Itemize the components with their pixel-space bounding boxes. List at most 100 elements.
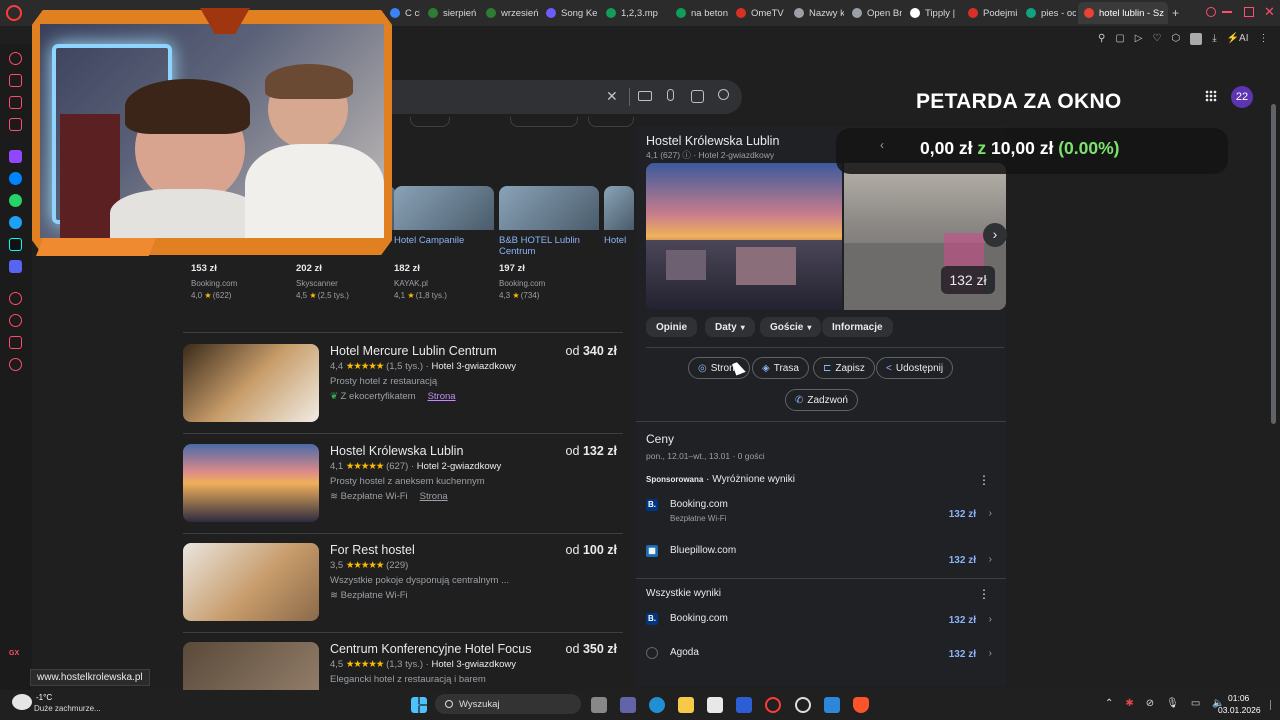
browser-tab[interactable]: Nazwy k (788, 2, 844, 24)
filter-chip[interactable] (588, 117, 634, 127)
browser-tab[interactable]: Podejmi (962, 2, 1018, 24)
microphone-icon[interactable] (667, 89, 674, 101)
browser-tab[interactable]: OmeTV (730, 2, 786, 24)
hotel-listing-title[interactable]: Hostel Królewska Lublin (330, 444, 463, 458)
download-icon[interactable]: ⤓ (1212, 33, 1216, 45)
info-icon[interactable]: ⓘ (682, 150, 691, 160)
next-photo-button[interactable]: › (983, 223, 1007, 247)
profile-icon[interactable] (1190, 33, 1203, 45)
filter-chip[interactable] (410, 117, 450, 127)
directions-button[interactable]: ◈ Trasa (752, 357, 809, 379)
browser-tab[interactable]: Song Ke (540, 2, 598, 24)
crypto-wallet-icon[interactable] (9, 74, 22, 87)
browser-tab[interactable]: hotel lublin - Sz (1078, 2, 1168, 24)
microphone-icon[interactable]: 🎙 (1166, 698, 1179, 709)
file-explorer-icon[interactable] (678, 697, 694, 713)
panel-tab[interactable]: Informacje (822, 317, 893, 337)
settings-icon[interactable] (9, 358, 22, 371)
opera-gx-icon[interactable] (765, 697, 781, 713)
heart-icon[interactable]: ♡ (1152, 33, 1161, 45)
account-avatar[interactable]: 22 (1231, 86, 1253, 108)
whatsapp-icon[interactable] (9, 194, 22, 207)
browser-tab[interactable]: pies - oc (1020, 2, 1076, 24)
browser-tab[interactable]: Tipply | (904, 2, 960, 24)
hotel-main-photo[interactable] (646, 163, 842, 310)
keyboard-icon[interactable] (638, 91, 652, 101)
filter-chip[interactable] (510, 117, 578, 127)
more-options-icon[interactable]: ⋮ (978, 473, 990, 487)
website-link[interactable]: Strona (420, 491, 448, 502)
clock-date[interactable]: 03.01.2026 (1218, 705, 1261, 715)
hotel-listing[interactable]: Hotel Mercure Lublin Centrum od 340 zł 4,4… (183, 344, 623, 422)
tiktok-icon[interactable] (9, 238, 22, 251)
telegram-icon[interactable] (9, 216, 22, 229)
extensions-sidebar-icon[interactable] (9, 336, 22, 349)
store-icon[interactable] (707, 697, 723, 713)
hotel-listing-image[interactable] (183, 344, 319, 422)
browser-tab[interactable]: 1,2,3.mp (600, 2, 668, 24)
clock-time[interactable]: 01:06 (1228, 693, 1249, 703)
search-icon[interactable] (718, 89, 729, 100)
panel-tab[interactable]: Goście ▾ (760, 317, 822, 337)
history-icon[interactable] (9, 292, 22, 305)
task-view-icon[interactable] (591, 697, 607, 713)
extensions-icon[interactable]: ⬡ (1171, 33, 1180, 45)
network-off-icon[interactable]: ⊘ (1146, 698, 1154, 709)
discord-icon[interactable] (9, 260, 22, 273)
call-button[interactable]: ✆ Zadzwoń (785, 389, 858, 411)
show-desktop-button[interactable] (1270, 700, 1274, 710)
maximize-icon[interactable] (1244, 7, 1254, 17)
play-icon[interactable]: ▷ (1135, 33, 1143, 45)
teams-icon[interactable] (620, 697, 636, 713)
website-link[interactable]: Strona (428, 391, 456, 402)
hotel-card[interactable]: Hotel304 zBooki4,3 ★ (604, 186, 634, 246)
obs-icon[interactable] (795, 697, 811, 713)
browser-tab[interactable]: na beton (670, 2, 728, 24)
browser-tab[interactable]: sierpień (422, 2, 478, 24)
aria-sidebar-icon[interactable] (9, 52, 22, 65)
weather-temp[interactable]: -1°C (36, 693, 52, 702)
minimize-icon[interactable] (1222, 11, 1232, 13)
twitch-icon[interactable] (9, 150, 22, 163)
price-row[interactable]: Agoda 132 zł › (646, 647, 994, 663)
panel-tab[interactable]: Opinie (646, 317, 698, 337)
photos-icon[interactable] (824, 697, 840, 713)
price-row[interactable]: B. Booking.com Bezpłatne Wi-Fi 132 zł › (646, 499, 994, 527)
hotel-listing-title[interactable]: Centrum Konferencyjne Hotel Focus (330, 642, 531, 656)
more-options-icon[interactable]: ⋮ (978, 587, 990, 601)
display-icon[interactable]: ▭ (1191, 698, 1200, 709)
mail-icon[interactable] (736, 697, 752, 713)
hotel-listing-image[interactable] (183, 543, 319, 621)
menu-icon[interactable]: ⋮ (1259, 33, 1269, 45)
page-scrollbar[interactable] (1270, 60, 1278, 690)
weather-cloud-icon[interactable] (12, 694, 32, 710)
clock-icon[interactable] (9, 314, 22, 327)
opera-logo-icon[interactable] (6, 5, 22, 21)
hotel-listing-title[interactable]: Hotel Mercure Lublin Centrum (330, 344, 497, 358)
hotel-listing-image[interactable] (183, 444, 319, 522)
chevron-up-icon[interactable]: ⌃ (1105, 698, 1113, 709)
close-icon[interactable]: ✕ (1264, 4, 1275, 20)
aria-icon[interactable]: ⚡AI (1227, 33, 1249, 45)
browser-tab[interactable]: Open Br (846, 2, 902, 24)
save-button[interactable]: ⊏ Zapisz (813, 357, 875, 379)
price-dates[interactable]: pon., 12.01–wt., 13.01 · 0 gości (646, 451, 765, 461)
browser-tab[interactable]: wrzesień (480, 2, 538, 24)
brave-icon[interactable] (853, 697, 869, 713)
taskbar-search[interactable]: Wyszukaj (435, 694, 581, 714)
tray-app-icon[interactable]: ✱ (1125, 698, 1133, 709)
search-tabs-icon[interactable] (1206, 7, 1216, 17)
search-box[interactable]: ✕ (392, 80, 742, 114)
clear-search-icon[interactable]: ✕ (606, 88, 618, 105)
hotel-listing[interactable]: For Rest hostel od 100 zł 3,5 ★★★★★ (229) W… (183, 543, 623, 621)
scrollbar-thumb[interactable] (1271, 104, 1276, 424)
price-row[interactable]: B. Booking.com 132 zł › (646, 613, 994, 629)
share-button[interactable]: < Udostępnij (876, 357, 954, 379)
edge-icon[interactable] (649, 697, 665, 713)
messenger-icon[interactable] (9, 172, 22, 185)
price-row[interactable]: ▦ Bluepillow.com 132 zł › (646, 545, 994, 567)
grid-icon[interactable] (1205, 90, 1217, 102)
lens-icon[interactable] (691, 90, 704, 103)
pin-icon[interactable]: ⚲ (1098, 33, 1105, 45)
hotel-listing-title[interactable]: For Rest hostel (330, 543, 415, 557)
